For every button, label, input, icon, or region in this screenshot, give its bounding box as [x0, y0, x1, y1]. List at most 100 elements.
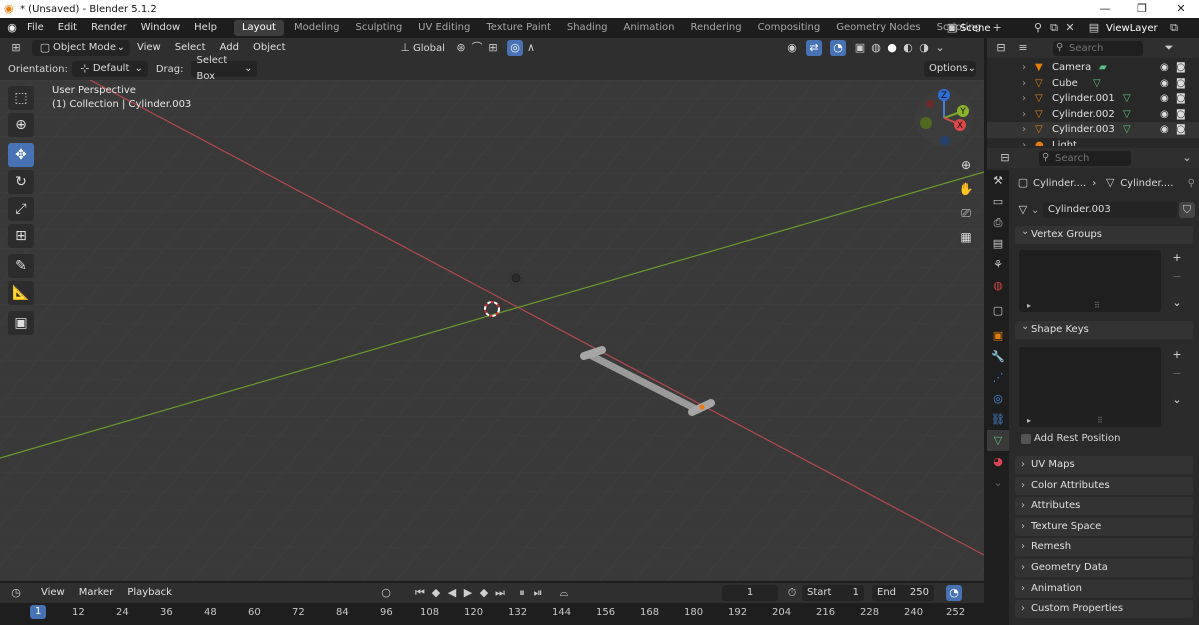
chevron-down-icon[interactable]: ⌄: [1179, 150, 1195, 166]
list-expand-icon[interactable]: ▸: [1027, 416, 1031, 425]
world-tab-icon[interactable]: ◍: [987, 275, 1009, 296]
new-view-layer-icon[interactable]: ⧉: [1166, 20, 1182, 36]
eye-icon[interactable]: ◉: [1160, 76, 1169, 92]
tab-uv-editing[interactable]: UV Editing: [410, 18, 478, 38]
particles-tab-icon[interactable]: ⋰: [987, 367, 1009, 388]
current-frame-field[interactable]: 1: [722, 585, 778, 601]
attributes-panel[interactable]: Attributes: [1015, 497, 1193, 516]
timeline-menu-view[interactable]: View: [34, 583, 72, 603]
ortho-grid-icon[interactable]: ▦: [955, 226, 977, 248]
timeline-overlay-icon[interactable]: ◔: [946, 585, 962, 601]
material-shading-icon[interactable]: ◐: [900, 40, 916, 56]
tab-geometry-nodes[interactable]: Geometry Nodes: [828, 18, 928, 38]
mode-dropdown[interactable]: ▢ Object Mode ⌄: [32, 40, 130, 56]
add-vertex-group-button[interactable]: +: [1169, 250, 1185, 266]
pin-icon[interactable]: ⚲: [1188, 178, 1195, 189]
next-keyframe-icon[interactable]: ◆: [476, 585, 492, 601]
measure-tool-icon[interactable]: 📐: [8, 281, 34, 305]
record-icon[interactable]: ○: [378, 585, 394, 601]
remove-shape-key-button[interactable]: −: [1169, 366, 1185, 382]
timeline-menu-marker[interactable]: Marker: [72, 583, 121, 603]
play-icon[interactable]: ▶: [460, 585, 476, 601]
scale-tool-icon[interactable]: ⤢: [8, 197, 34, 221]
navigation-gizmo[interactable]: Z Y X: [914, 86, 974, 152]
frame-ruler[interactable]: 1 12 24 36 48 60 72 84 96 108 120 132 14…: [0, 603, 984, 625]
maximize-button[interactable]: ❐: [1127, 0, 1157, 18]
close-button[interactable]: ✕: [1166, 0, 1196, 18]
tab-sculpting[interactable]: Sculpting: [347, 18, 410, 38]
editor-type-icon[interactable]: ⊞: [8, 40, 24, 56]
expand-arrow-icon[interactable]: ›: [1022, 60, 1026, 76]
material-tab-icon[interactable]: ◕: [987, 451, 1009, 472]
physics-tab-icon[interactable]: ◎: [987, 388, 1009, 409]
pan-hand-icon[interactable]: ✋: [955, 178, 977, 200]
vertex-groups-list[interactable]: ▸ ⠿: [1019, 250, 1161, 312]
move-tool-icon[interactable]: ✥: [8, 143, 34, 167]
tab-layout[interactable]: Layout: [233, 20, 284, 36]
render-camera-icon[interactable]: ◙: [1176, 60, 1186, 76]
constraints-tab-icon[interactable]: ⛓: [987, 409, 1009, 430]
select-box-icon[interactable]: ⬚: [8, 86, 34, 110]
remove-vertex-group-button[interactable]: −: [1169, 269, 1185, 285]
display-mode-icon[interactable]: ≡: [1015, 40, 1031, 56]
camera-view-icon[interactable]: ⎚: [955, 202, 977, 224]
view-layer-name[interactable]: ViewLayer: [1102, 23, 1166, 34]
delete-scene-icon[interactable]: ✕: [1062, 20, 1078, 36]
expand-arrow-icon[interactable]: ›: [1022, 91, 1026, 107]
pivot-point-icon[interactable]: ⊛: [453, 40, 469, 56]
eye-icon[interactable]: ◉: [1160, 122, 1169, 138]
zoom-icon[interactable]: ⊕: [955, 154, 977, 176]
menu-window[interactable]: Window: [134, 18, 187, 38]
menu-render[interactable]: Render: [84, 18, 134, 38]
texture-space-panel[interactable]: Texture Space: [1015, 517, 1193, 536]
color-attributes-panel[interactable]: Color Attributes: [1015, 476, 1193, 495]
expand-arrow-icon[interactable]: ›: [1022, 138, 1026, 146]
render-camera-icon[interactable]: ◙: [1176, 76, 1186, 92]
snap-playhead-icon[interactable]: ⌓: [556, 585, 572, 601]
tab-animation[interactable]: Animation: [616, 18, 683, 38]
gizmo-toggle-icon[interactable]: ⇄: [806, 40, 822, 56]
tool-tab-icon[interactable]: ⚒: [987, 170, 1009, 191]
falloff-icon[interactable]: ∧: [523, 40, 539, 56]
filter-icon[interactable]: ⏷: [1161, 40, 1177, 56]
outliner-item-light[interactable]: › ● Light: [987, 138, 1199, 146]
mesh-name-field[interactable]: Cylinder.003: [1043, 202, 1177, 218]
outliner-item-cube[interactable]: › ▽ Cube ▽ ◉ ◙: [987, 76, 1199, 92]
mesh-browse-icon[interactable]: ▽: [1015, 202, 1031, 218]
transform-orientation-icon[interactable]: ⊥: [397, 40, 413, 56]
render-tab-icon[interactable]: ▭: [987, 191, 1009, 212]
xray-icon[interactable]: ▣: [852, 40, 868, 56]
eye-icon[interactable]: ◉: [1160, 107, 1169, 123]
3d-viewport[interactable]: User Perspective (1) Collection | Cylind…: [0, 80, 984, 581]
rotate-tool-icon[interactable]: ↻: [8, 170, 34, 194]
jump-start-icon[interactable]: ⏮: [412, 585, 428, 601]
rendered-shading-icon[interactable]: ◑: [916, 40, 932, 56]
menu-file[interactable]: File: [20, 18, 51, 38]
scene-name[interactable]: Scene: [960, 23, 1030, 34]
shape-keys-list[interactable]: ▸ ⠿: [1019, 347, 1161, 427]
blender-menu-icon[interactable]: ◉: [4, 20, 20, 36]
timeline-editor-icon[interactable]: ◷: [8, 585, 24, 601]
render-camera-icon[interactable]: ◙: [1176, 91, 1186, 107]
minimize-button[interactable]: —: [1090, 0, 1120, 18]
fake-user-shield-icon[interactable]: ⛉: [1179, 202, 1195, 218]
tab-shading[interactable]: Shading: [559, 18, 616, 38]
render-camera-icon[interactable]: ◙: [1176, 122, 1186, 138]
keying-icon[interactable]: ⏸: [514, 585, 530, 601]
solid-shading-icon[interactable]: ●: [884, 40, 900, 56]
remesh-panel[interactable]: Remesh: [1015, 538, 1193, 557]
geometry-data-panel[interactable]: Geometry Data: [1015, 558, 1193, 577]
add-rest-position-checkbox[interactable]: [1021, 433, 1031, 444]
snap-icon[interactable]: ⌒: [469, 40, 485, 56]
jump-end-icon[interactable]: ⏭: [492, 585, 508, 601]
more-tabs-icon[interactable]: ⌄: [987, 472, 1009, 493]
outliner-item-camera[interactable]: › ▼ Camera ▰ ◉ ◙: [987, 60, 1199, 76]
overlay-toggle-icon[interactable]: ◔: [830, 40, 846, 56]
outliner-search-input[interactable]: [1053, 40, 1143, 56]
scene-icon[interactable]: ▣: [944, 20, 960, 36]
render-camera-icon[interactable]: ◙: [1176, 107, 1186, 123]
outliner-editor-icon[interactable]: ⊟: [993, 40, 1009, 56]
view-layer-icon[interactable]: ▤: [1086, 20, 1102, 36]
add-shape-key-button[interactable]: +: [1169, 347, 1185, 363]
tab-rendering[interactable]: Rendering: [682, 18, 749, 38]
